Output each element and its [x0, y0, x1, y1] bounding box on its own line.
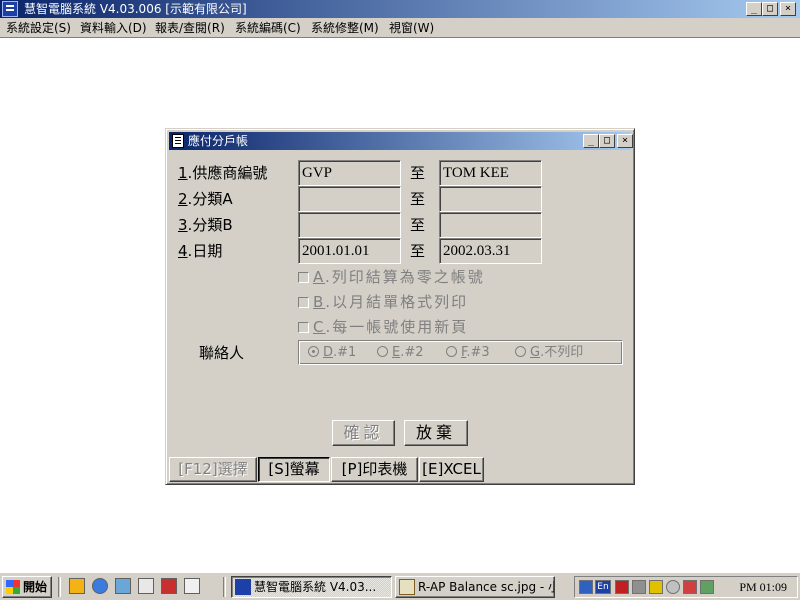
- menu-bar: 系統設定(S) 資料輸入(D) 報表/查閱(R) 系統編碼(C) 系統修整(M)…: [0, 18, 800, 38]
- supplier-code-label: 1.供應商編號: [178, 164, 268, 182]
- taskbar-clock[interactable]: PM 01:09: [739, 577, 787, 597]
- status-icon[interactable]: [666, 580, 680, 594]
- category-b-to-input[interactable]: [439, 212, 542, 238]
- input-method-icon[interactable]: [579, 580, 593, 594]
- printer-output-button[interactable]: [P]印表機: [331, 457, 418, 482]
- category-a-label: 2.分類A: [178, 190, 233, 208]
- volume-icon[interactable]: [649, 580, 663, 594]
- app-title: 慧智電腦系統 V4.03.006 [示範有限公司]: [24, 2, 247, 16]
- notepad-icon[interactable]: [138, 578, 154, 594]
- menu-system-maintenance[interactable]: 系統修整(M): [311, 20, 379, 36]
- ap-ledger-dialog: 應付分戶帳 _ □ × 1.供應商編號 GVP 至 TOM KEE 2.分類A …: [165, 128, 635, 485]
- antivirus-shield-icon[interactable]: [615, 580, 629, 594]
- contact-radio-group: D.#1 E.#2 F.#3 G.不列印: [298, 340, 623, 365]
- search-icon[interactable]: [683, 580, 697, 594]
- app-icon: [2, 1, 18, 17]
- contact-radio-1[interactable]: D.#1: [308, 345, 356, 361]
- dialog-maximize-button[interactable]: □: [599, 134, 615, 148]
- language-indicator[interactable]: En: [595, 580, 611, 594]
- excel-output-button[interactable]: [E]XCEL: [419, 457, 484, 482]
- date-label: 4.日期: [178, 242, 223, 260]
- category-a-from-input[interactable]: [298, 186, 401, 212]
- contact-radio-3[interactable]: F.#3: [446, 345, 490, 361]
- menu-window[interactable]: 視窗(W): [389, 20, 434, 36]
- menu-reports[interactable]: 報表/查閱(R): [155, 20, 225, 36]
- option-statement-format[interactable]: B.以月結單格式列印: [298, 293, 468, 311]
- menu-system-settings[interactable]: 系統設定(S): [6, 20, 71, 36]
- contact-radio-none[interactable]: G.不列印: [515, 345, 583, 361]
- to-label: 至: [410, 164, 426, 182]
- screen-output-button[interactable]: [S]螢幕: [258, 457, 330, 482]
- menu-data-input[interactable]: 資料輸入(D): [80, 20, 147, 36]
- date-to-input[interactable]: 2002.03.31: [439, 238, 542, 264]
- contact-radio-2[interactable]: E.#2: [377, 345, 424, 361]
- windows-logo-icon: [6, 580, 20, 594]
- divider: [58, 577, 61, 597]
- confirm-button[interactable]: 確認: [332, 420, 395, 446]
- taskbar: 開始 慧智電腦系統 V4.03... R-AP Balance sc.jpg -…: [0, 572, 800, 600]
- image-file-icon: [399, 579, 415, 595]
- category-b-label: 3.分類B: [178, 216, 233, 234]
- option-new-page-per-account[interactable]: C.每一帳號使用新頁: [298, 318, 468, 336]
- date-from-input[interactable]: 2001.01.01: [298, 238, 401, 264]
- supplier-code-to-input[interactable]: TOM KEE: [439, 160, 542, 186]
- contact-label: 聯絡人: [199, 344, 245, 362]
- dialog-minimize-button[interactable]: _: [583, 134, 599, 148]
- system-tray: En PM 01:09: [574, 576, 798, 598]
- dialog-close-button[interactable]: ×: [617, 134, 633, 148]
- app-shortcut-icon[interactable]: [161, 578, 177, 594]
- to-label: 至: [410, 242, 426, 260]
- app-icon: [235, 579, 251, 595]
- outlook-express-icon[interactable]: [115, 578, 131, 594]
- dialog-title-bar[interactable]: 應付分戶帳 _ □ ×: [169, 132, 633, 150]
- close-button[interactable]: ×: [780, 2, 796, 16]
- menu-system-codes[interactable]: 系統編碼(C): [235, 20, 301, 36]
- internet-explorer-icon[interactable]: [92, 578, 108, 594]
- media-player-icon[interactable]: [69, 578, 85, 594]
- divider: [223, 577, 226, 597]
- minimize-button[interactable]: _: [746, 2, 762, 16]
- maximize-button[interactable]: □: [762, 2, 778, 16]
- start-button[interactable]: 開始: [2, 576, 52, 598]
- select-f12-button[interactable]: [F12]選擇: [169, 457, 257, 482]
- document-icon: [172, 134, 184, 148]
- task-button-huizhi[interactable]: 慧智電腦系統 V4.03...: [231, 576, 392, 598]
- checkbox[interactable]: [298, 322, 309, 333]
- show-desktop-icon[interactable]: [184, 578, 200, 594]
- app-title-bar[interactable]: 慧智電腦系統 V4.03.006 [示範有限公司] _ □ ×: [0, 0, 800, 18]
- option-print-zero-balance[interactable]: A.列印結算為零之帳號: [298, 268, 485, 286]
- category-a-to-input[interactable]: [439, 186, 542, 212]
- supplier-code-from-input[interactable]: GVP: [298, 160, 401, 186]
- tray-app-icon[interactable]: [700, 580, 714, 594]
- task-button-image-viewer[interactable]: R-AP Balance sc.jpg - 小...: [395, 576, 555, 598]
- category-b-from-input[interactable]: [298, 212, 401, 238]
- to-label: 至: [410, 190, 426, 208]
- network-icon[interactable]: [632, 580, 646, 594]
- dialog-title: 應付分戶帳: [188, 134, 249, 148]
- checkbox[interactable]: [298, 272, 309, 283]
- to-label: 至: [410, 216, 426, 234]
- checkbox[interactable]: [298, 297, 309, 308]
- cancel-button[interactable]: 放棄: [404, 420, 468, 446]
